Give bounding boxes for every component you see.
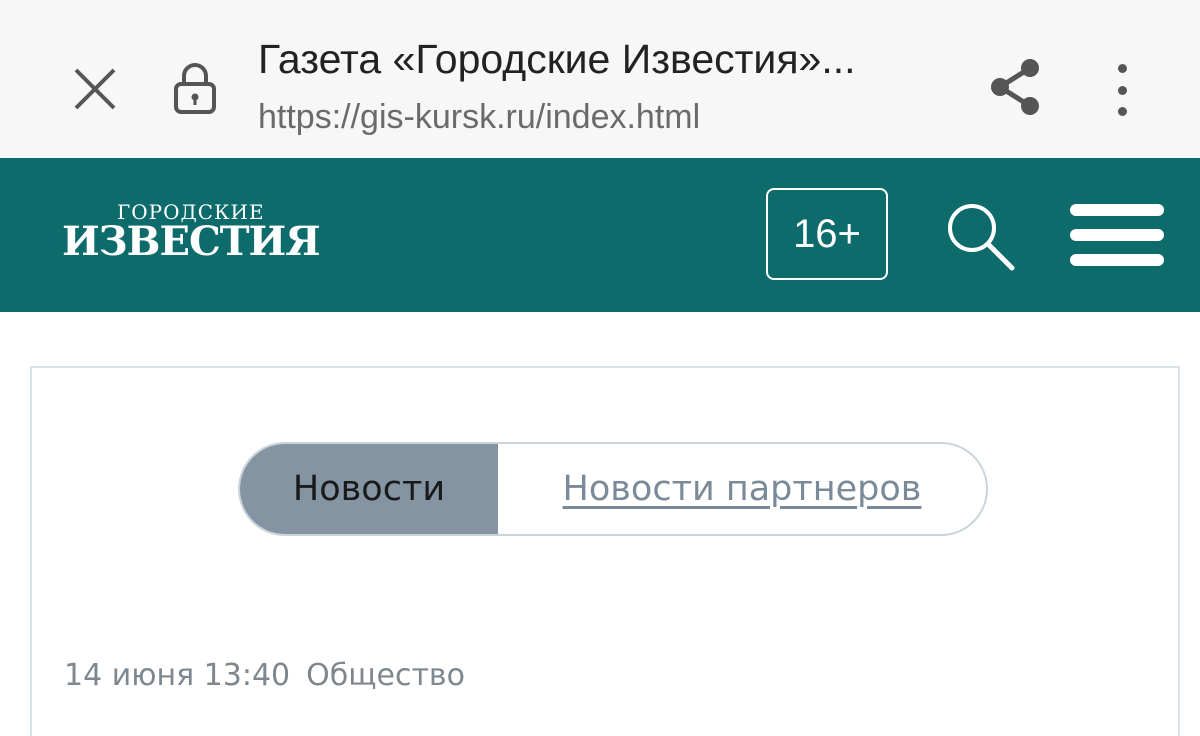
hamburger-menu-button[interactable]: [1070, 204, 1164, 266]
news-tabs: Новости Новости партнеров: [238, 442, 988, 536]
search-button[interactable]: [942, 198, 1018, 274]
article-category[interactable]: Общество: [306, 658, 465, 693]
search-icon: [948, 204, 1015, 271]
page-url[interactable]: https://gis-kursk.ru/index.html: [258, 98, 958, 137]
share-icon: [991, 59, 1039, 115]
logo-main-text: ИЗВЕСТИЯ: [62, 218, 321, 265]
close-icon: [74, 68, 116, 110]
tab-news[interactable]: Новости: [240, 444, 498, 534]
share-button[interactable]: [982, 52, 1048, 122]
close-button[interactable]: [62, 56, 128, 122]
hamburger-menu-icon: [1070, 204, 1164, 216]
browser-toolbar: Газета «Городские Известия»... https://g…: [0, 0, 1200, 158]
article-meta: 14 июня 13:40 Общество: [64, 658, 465, 693]
more-options-button[interactable]: [1100, 58, 1144, 122]
page-title: Газета «Городские Известия»...: [258, 36, 856, 82]
site-header: ГОРОДСКИЕ ИЗВЕСТИЯ 16+: [0, 158, 1200, 312]
article-date: 14 июня 13:40: [64, 658, 291, 693]
news-card: Новости Новости партнеров 14 июня 13:40 …: [30, 366, 1180, 736]
more-vertical-icon: [1117, 64, 1127, 73]
site-logo[interactable]: ГОРОДСКИЕ ИЗВЕСТИЯ: [62, 196, 362, 276]
age-rating-badge: 16+: [766, 188, 888, 280]
tab-partner-news[interactable]: Новости партнеров: [498, 444, 986, 534]
lock-icon[interactable]: [170, 60, 220, 116]
